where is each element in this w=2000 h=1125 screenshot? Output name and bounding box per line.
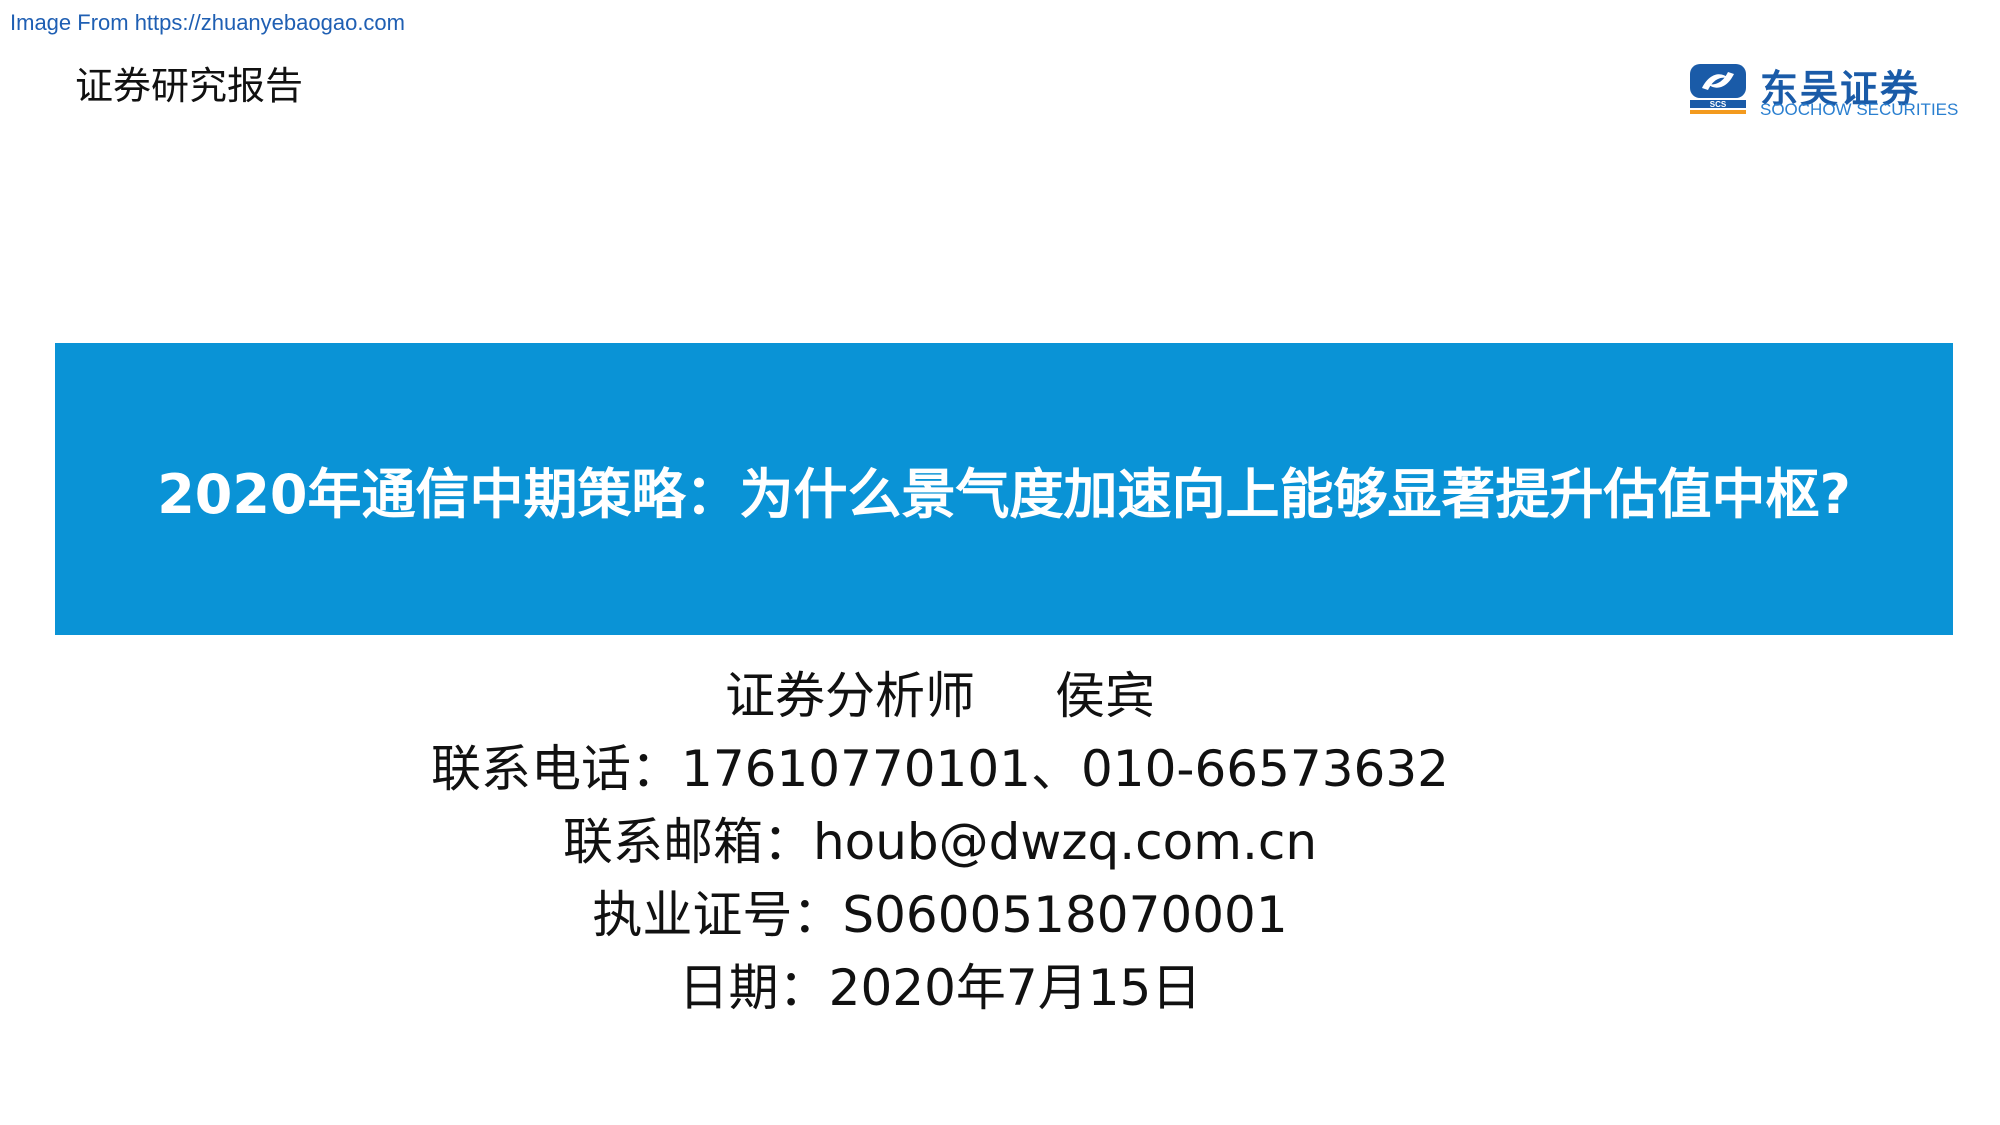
author-info-block: 证券分析师 侯宾 联系电话：17610770101、010-66573632 联系… [0,660,1880,1025]
license-line: 执业证号：S0600518070001 [592,886,1288,944]
logo-english-name: SOOCHOW SECURITIES [1760,100,1959,119]
watermark-text: Image From https://zhuanyebaogao.com [10,10,405,35]
date-line: 日期：2020年7月15日 [678,959,1202,1017]
title-banner: 2020年通信中期策略：为什么景气度加速向上能够显著提升估值中枢? [55,343,1953,635]
document-type-label: 证券研究报告 [75,64,304,108]
report-title: 2020年通信中期策略：为什么景气度加速向上能够显著提升估值中枢? [157,462,1851,526]
analyst-name: 侯宾 [1055,667,1155,725]
logo-abbr-text: SCS [1710,100,1727,109]
analyst-line: 证券分析师 侯宾 [0,660,1880,733]
phone-line: 联系电话：17610770101、010-66573632 [431,740,1449,798]
analyst-label: 证券分析师 [725,667,975,725]
email-line: 联系邮箱：houb@dwzq.com.cn [562,813,1318,871]
company-logo: SCS 东吴证券 SOOCHOW SECURITIES [1688,62,1968,122]
scs-logo-icon: SCS [1690,64,1746,114]
report-cover-page: Image From https://zhuanyebaogao.com 证券研… [0,0,2000,1125]
